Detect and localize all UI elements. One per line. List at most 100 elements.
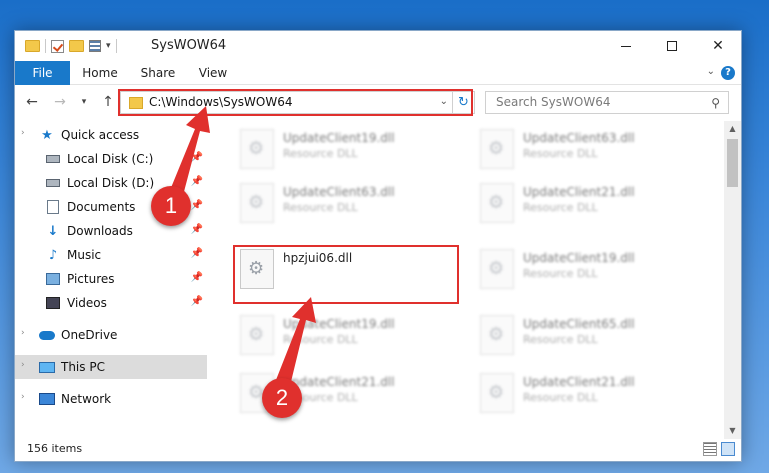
forward-arrow-icon[interactable]: → (51, 92, 69, 112)
file-type: Resource DLL (283, 333, 358, 346)
download-icon: ↓ (47, 223, 59, 239)
minimize-button[interactable] (603, 31, 649, 61)
file-name: UpdateClient63.dll (523, 131, 635, 145)
up-arrow-icon[interactable]: ↑ (99, 92, 117, 112)
window-title: SysWOW64 (151, 38, 227, 53)
large-icons-view-icon[interactable] (721, 442, 735, 456)
cloud-icon (39, 327, 55, 343)
close-button[interactable]: ✕ (695, 31, 741, 61)
sidebar-item-label: Quick access (61, 128, 140, 142)
expander-icon[interactable]: › (21, 128, 25, 138)
maximize-button[interactable] (649, 31, 695, 61)
step-2-badge: 2 (262, 378, 302, 418)
sidebar-item-this-pc[interactable]: › This PC (15, 355, 207, 379)
toolbar-separator (45, 39, 46, 53)
search-icon[interactable]: ⚲ (711, 96, 720, 110)
search-placeholder: Search SysWOW64 (496, 95, 611, 109)
dll-file-icon (480, 249, 514, 289)
sidebar-item-label: OneDrive (61, 328, 118, 342)
checkmark-icon[interactable] (51, 39, 64, 53)
expand-ribbon-chevron-icon[interactable]: ⌄ (707, 66, 715, 77)
file-type: Resource DLL (523, 391, 598, 404)
pin-icon[interactable]: 📌 (191, 296, 203, 307)
sidebar-item-network[interactable]: › Network (15, 387, 207, 411)
maximize-icon (667, 41, 677, 51)
address-bar-highlight (118, 89, 473, 116)
dll-file-icon (480, 315, 514, 355)
scroll-up-icon[interactable]: ▲ (724, 121, 741, 137)
recent-locations-dropdown-icon[interactable]: ▾ (75, 92, 93, 112)
folder-icon[interactable] (25, 40, 40, 52)
file-type: Resource DLL (283, 201, 358, 214)
file-item[interactable]: UpdateClient65.dll Resource DLL (475, 311, 705, 361)
sidebar-item-quick-access[interactable]: › ★ Quick access (15, 123, 207, 147)
pin-icon[interactable]: 📌 (191, 200, 203, 211)
customize-toolbar-dropdown-icon[interactable]: ▾ (106, 41, 111, 51)
videos-icon (45, 295, 61, 311)
file-name: UpdateClient19.dll (283, 317, 395, 331)
sidebar-item-videos[interactable]: Videos 📌 (15, 291, 207, 315)
tab-share[interactable]: Share (139, 61, 177, 85)
file-name: UpdateClient19.dll (523, 251, 635, 265)
documents-icon (45, 199, 61, 215)
step-1-badge: 1 (151, 186, 191, 226)
file-name: UpdateClient63.dll (283, 185, 395, 199)
title-bar: ▾ SysWOW64 ✕ (15, 31, 741, 61)
file-item[interactable]: UpdateClient19.dll Resource DLL (235, 311, 465, 361)
details-view-icon[interactable] (703, 442, 717, 456)
tab-home[interactable]: Home (81, 61, 119, 85)
pin-icon[interactable]: 📌 (191, 224, 203, 235)
dll-file-icon (240, 183, 274, 223)
expander-icon[interactable]: › (21, 360, 25, 370)
expander-icon[interactable]: › (21, 392, 25, 402)
file-type: Resource DLL (523, 201, 598, 214)
search-input[interactable]: Search SysWOW64 ⚲ (485, 91, 729, 114)
sidebar-item-label: Network (61, 392, 112, 406)
scrollbar-thumb[interactable] (727, 139, 738, 187)
sidebar-item-pictures[interactable]: Pictures 📌 (15, 267, 207, 291)
dll-file-icon (480, 183, 514, 223)
properties-icon[interactable] (89, 40, 101, 52)
dll-file-icon (480, 129, 514, 169)
sidebar-item-label: This PC (61, 360, 105, 374)
dll-file-icon (240, 129, 274, 169)
pin-icon[interactable]: 📌 (191, 272, 203, 283)
file-name: UpdateClient21.dll (283, 375, 395, 389)
sidebar-item-music[interactable]: ♪ Music 📌 (15, 243, 207, 267)
ribbon-tabs: File Home Share View ⌄ ? (15, 61, 741, 85)
dll-file-icon (480, 373, 514, 413)
file-item[interactable]: UpdateClient63.dll Resource DLL (235, 179, 465, 229)
tab-file[interactable]: File (15, 61, 70, 85)
expander-icon[interactable]: › (21, 328, 25, 338)
minimize-icon (621, 45, 631, 47)
sidebar-item-label: Local Disk (D:) (67, 176, 155, 190)
file-item[interactable]: UpdateClient63.dll Resource DLL (475, 125, 705, 175)
tab-view[interactable]: View (196, 61, 230, 85)
file-item[interactable]: UpdateClient21.dll Resource DLL (475, 369, 705, 419)
vertical-scrollbar[interactable]: ▲ ▼ (724, 121, 741, 439)
pin-icon[interactable]: 📌 (191, 248, 203, 259)
file-type: Resource DLL (523, 267, 598, 280)
file-type: Resource DLL (523, 147, 598, 160)
file-item[interactable]: UpdateClient21.dll Resource DLL (475, 179, 705, 229)
back-arrow-icon[interactable]: ← (23, 92, 41, 112)
star-icon: ★ (41, 127, 53, 143)
music-icon: ♪ (48, 247, 58, 263)
computer-icon (39, 359, 55, 375)
new-folder-icon[interactable] (69, 40, 84, 52)
dll-file-icon (240, 315, 274, 355)
drive-icon (45, 151, 61, 167)
pin-icon[interactable]: 📌 (191, 152, 203, 163)
sidebar-item-onedrive[interactable]: › OneDrive (15, 323, 207, 347)
sidebar-item-local-disk-c[interactable]: Local Disk (C:) 📌 (15, 147, 207, 171)
help-icon[interactable]: ? (721, 66, 735, 80)
sidebar-item-label: Local Disk (C:) (67, 152, 154, 166)
navigation-pane: › ★ Quick access Local Disk (C:) 📌 Local… (15, 123, 207, 438)
file-highlight (233, 245, 459, 304)
close-icon: ✕ (712, 38, 724, 54)
file-item[interactable]: UpdateClient19.dll Resource DLL (475, 245, 705, 295)
quick-access-toolbar: ▾ (25, 38, 117, 54)
file-name: UpdateClient19.dll (283, 131, 395, 145)
file-item[interactable]: UpdateClient19.dll Resource DLL (235, 125, 465, 175)
pin-icon[interactable]: 📌 (191, 176, 203, 187)
